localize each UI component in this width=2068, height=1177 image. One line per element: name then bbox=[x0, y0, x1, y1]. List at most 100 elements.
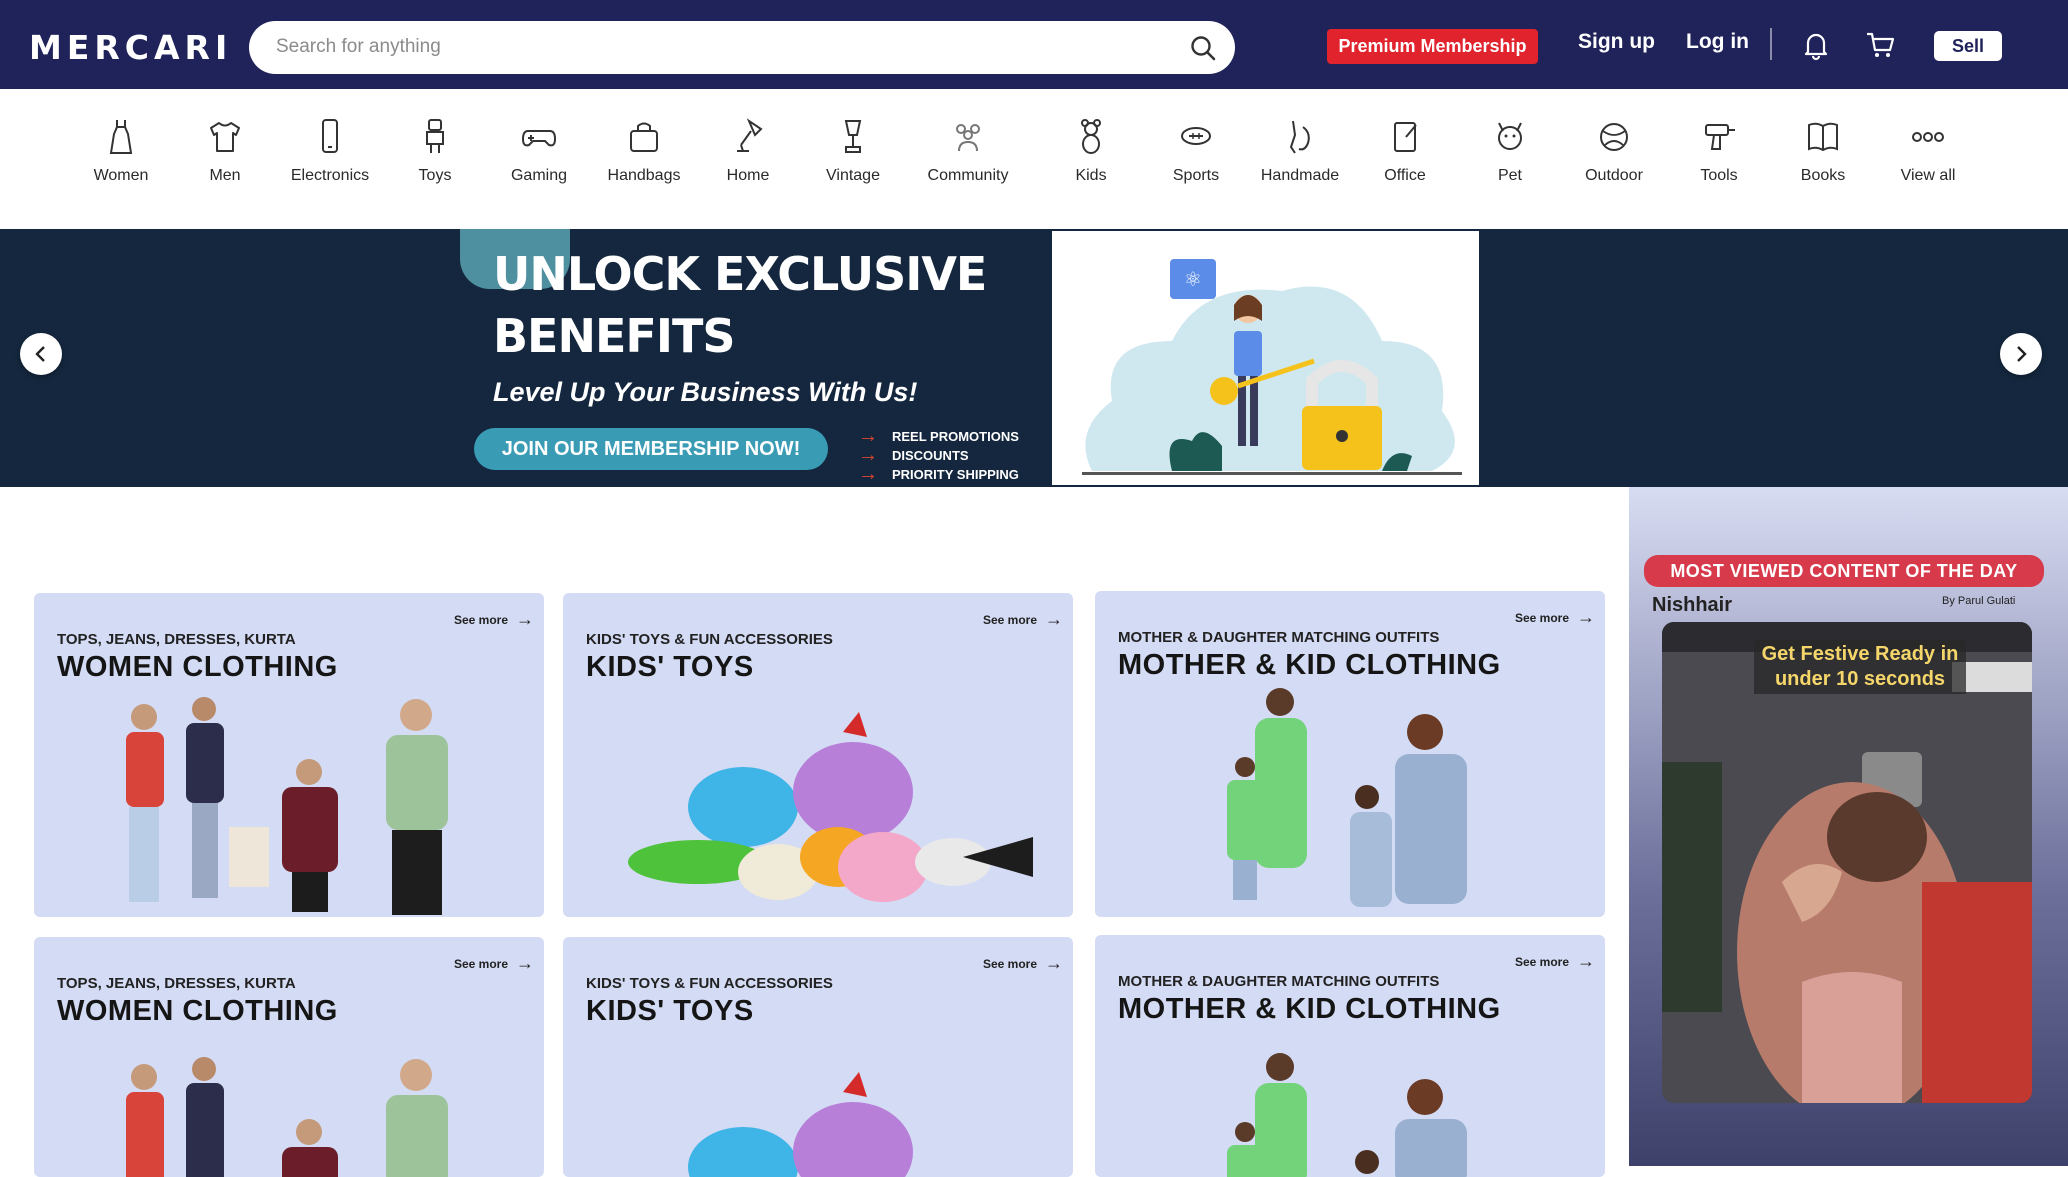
top-header: MERCARI Premium Membership Sign up Log i… bbox=[0, 0, 2068, 89]
toys-image bbox=[688, 1072, 913, 1177]
tshirt-icon bbox=[210, 122, 240, 152]
category-card-women[interactable]: See more → TOPS, JEANS, DRESSES, KURTA WO… bbox=[34, 937, 544, 1177]
category-card-mother-kid[interactable]: See more → MOTHER & DAUGHTER MATCHING OUT… bbox=[1095, 935, 1605, 1177]
category-view-all[interactable]: View all bbox=[1873, 117, 1983, 197]
perk-label: REEL PROMOTIONS bbox=[892, 429, 1019, 444]
arrow-right-icon: → bbox=[516, 609, 534, 629]
signup-link[interactable]: Sign up bbox=[1578, 30, 1655, 54]
promo-banner[interactable]: UNLOCK EXCLUSIVE BENEFITS Level Up Your … bbox=[0, 229, 2068, 487]
category-vintage[interactable]: Vintage bbox=[798, 117, 908, 197]
mother-kid-image bbox=[1227, 688, 1467, 907]
category-men[interactable]: Men bbox=[170, 117, 280, 197]
chevron-right-icon bbox=[2017, 346, 2027, 362]
drill-icon bbox=[1705, 124, 1735, 150]
arrow-right-icon: → bbox=[516, 953, 534, 973]
card-title: KIDS' TOYS bbox=[586, 995, 754, 1027]
card-title: MOTHER & KID CLOTHING bbox=[1118, 993, 1501, 1025]
see-more-link[interactable]: See more → bbox=[1515, 607, 1595, 628]
category-books[interactable]: Books bbox=[1768, 117, 1878, 197]
card-title: KIDS' TOYS bbox=[586, 651, 754, 683]
most-viewed-badge: MOST VIEWED CONTENT OF THE DAY bbox=[1644, 555, 2044, 587]
banner-headline: UNLOCK EXCLUSIVE BENEFITS bbox=[493, 243, 987, 367]
category-label: Men bbox=[209, 167, 241, 184]
banner-headline-line2: BENEFITS bbox=[493, 309, 735, 363]
category-label: Women bbox=[93, 167, 149, 184]
bell-icon[interactable] bbox=[1799, 28, 1833, 62]
header-divider bbox=[1770, 28, 1772, 60]
join-membership-button[interactable]: JOIN OUR MEMBERSHIP NOW! bbox=[474, 428, 828, 470]
search-icon[interactable] bbox=[1189, 34, 1217, 62]
see-more-link[interactable]: See more → bbox=[1515, 951, 1595, 972]
category-kids[interactable]: Kids bbox=[1036, 117, 1146, 197]
card-subtitle: MOTHER & DAUGHTER MATCHING OUTFITS bbox=[1118, 973, 1440, 990]
see-more-link[interactable]: See more → bbox=[983, 609, 1063, 630]
category-office[interactable]: Office bbox=[1350, 117, 1460, 197]
ball-icon bbox=[1600, 123, 1628, 151]
category-sports[interactable]: Sports bbox=[1141, 117, 1251, 197]
featured-video[interactable]: Get Festive Ready in under 10 seconds bbox=[1662, 622, 2032, 1103]
teddy-icon bbox=[1081, 119, 1101, 154]
category-card-kids-toys[interactable]: See more → KIDS' TOYS & FUN ACCESSORIES K… bbox=[563, 593, 1073, 917]
mercari-logo[interactable]: MERCARI bbox=[29, 28, 232, 67]
people-icon bbox=[956, 124, 980, 152]
banner-subtitle: Level Up Your Business With Us! bbox=[493, 377, 918, 407]
premium-membership-button[interactable]: Premium Membership bbox=[1327, 29, 1538, 64]
gamepad-icon bbox=[521, 130, 557, 147]
perk-label: DISCOUNTS bbox=[892, 448, 969, 463]
carousel-next-button[interactable] bbox=[2000, 333, 2042, 375]
category-handmade[interactable]: Handmade bbox=[1245, 117, 1355, 197]
category-gaming[interactable]: Gaming bbox=[484, 117, 594, 197]
category-label: Handmade bbox=[1260, 167, 1340, 184]
category-card-kids-toys[interactable]: See more → KIDS' TOYS & FUN ACCESSORIES K… bbox=[563, 937, 1073, 1177]
category-label: Electronics bbox=[290, 167, 370, 184]
book-icon bbox=[1808, 122, 1838, 152]
more-dots-icon bbox=[1912, 132, 1944, 142]
card-subtitle: TOPS, JEANS, DRESSES, KURTA bbox=[57, 631, 296, 648]
category-label: Kids bbox=[1075, 167, 1107, 184]
carousel-prev-button[interactable] bbox=[20, 333, 62, 375]
category-electronics[interactable]: Electronics bbox=[275, 117, 385, 197]
category-nav: Women Men Electronics Toys Gaming Handba… bbox=[0, 89, 2068, 229]
category-women[interactable]: Women bbox=[66, 117, 176, 197]
category-label: Toys bbox=[418, 167, 452, 184]
category-label: Gaming bbox=[510, 167, 568, 184]
category-card-mother-kid[interactable]: See more → MOTHER & DAUGHTER MATCHING OUT… bbox=[1095, 591, 1605, 917]
search-bar bbox=[249, 21, 1235, 74]
see-more-link[interactable]: See more → bbox=[983, 953, 1063, 974]
search-input[interactable] bbox=[276, 33, 1156, 61]
category-card-women[interactable]: See more → TOPS, JEANS, DRESSES, KURTA WO… bbox=[34, 593, 544, 917]
login-link[interactable]: Log in bbox=[1686, 30, 1749, 54]
creator-name[interactable]: Nishhair bbox=[1652, 594, 1732, 617]
banner-illustration: ⚛ bbox=[1052, 231, 1479, 485]
category-label: Home bbox=[726, 167, 770, 184]
women-models-image bbox=[126, 697, 448, 915]
category-outdoor[interactable]: Outdoor bbox=[1559, 117, 1669, 197]
see-more-link[interactable]: See more → bbox=[454, 953, 534, 974]
category-handbags[interactable]: Handbags bbox=[589, 117, 699, 197]
card-subtitle: TOPS, JEANS, DRESSES, KURTA bbox=[57, 975, 296, 992]
arrow-right-icon: → bbox=[1577, 607, 1595, 627]
category-pet[interactable]: Pet bbox=[1455, 117, 1565, 197]
category-home[interactable]: Home bbox=[693, 117, 803, 197]
category-label: Office bbox=[1384, 167, 1426, 184]
category-tools[interactable]: Tools bbox=[1664, 117, 1774, 197]
creator-byline: By Parul Gulati bbox=[1942, 595, 2016, 607]
category-label: Outdoor bbox=[1585, 167, 1643, 184]
category-community[interactable]: Community bbox=[913, 117, 1023, 197]
perk-label: PRIORITY SHIPPING bbox=[892, 467, 1019, 482]
video-frame-image bbox=[1662, 622, 2032, 1103]
see-more-link[interactable]: See more → bbox=[454, 609, 534, 630]
category-label: Pet bbox=[1497, 167, 1522, 184]
robot-toy-icon bbox=[426, 119, 444, 153]
card-title: MOTHER & KID CLOTHING bbox=[1118, 649, 1501, 681]
category-toys[interactable]: Toys bbox=[380, 117, 490, 197]
card-subtitle: KIDS' TOYS & FUN ACCESSORIES bbox=[586, 975, 833, 992]
sell-button[interactable]: Sell bbox=[1934, 31, 2002, 61]
perk-item: → PRIORITY SHIPPING bbox=[858, 463, 1019, 486]
most-viewed-panel: MOST VIEWED CONTENT OF THE DAY Nishhair … bbox=[1629, 487, 2068, 1166]
card-title: WOMEN CLOTHING bbox=[57, 995, 338, 1027]
svg-text:⚛: ⚛ bbox=[1184, 267, 1202, 291]
cart-icon[interactable] bbox=[1864, 28, 1898, 62]
category-label: Sports bbox=[1172, 167, 1220, 184]
football-icon bbox=[1181, 127, 1211, 145]
